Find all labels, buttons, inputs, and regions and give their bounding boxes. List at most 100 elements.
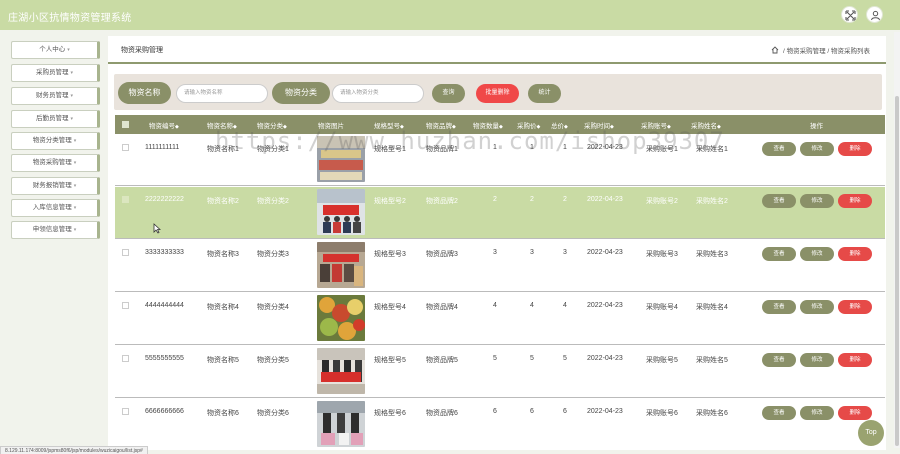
cell-buyer: 采购姓名2 <box>696 198 728 205</box>
cell-account: 采购账号4 <box>646 304 678 311</box>
sidebar-item-requests[interactable]: 申领信息管理 ▾ <box>11 221 100 239</box>
sidebar-item-label: 入库信息管理 <box>32 204 72 211</box>
view-button[interactable]: 查看 <box>762 142 796 156</box>
delete-button[interactable]: 删除 <box>838 300 872 314</box>
name-search-input[interactable]: 请输入物资名称 <box>176 84 268 103</box>
cell-code: 4444444444 <box>145 302 184 309</box>
table-row[interactable]: 6666666666 物资名称6 物资分类6 规格型号6 物资品牌6 6 6 6… <box>115 399 885 448</box>
sidebar-item-purchasing[interactable]: 物资采购管理 ▾ <box>11 154 100 172</box>
delete-button[interactable]: 删除 <box>838 247 872 261</box>
cell-brand: 物资品牌4 <box>426 304 458 311</box>
edit-button[interactable]: 修改 <box>800 353 834 367</box>
column-header[interactable]: 物资编号◆ <box>149 120 179 130</box>
view-button[interactable]: 查看 <box>762 300 796 314</box>
cell-code: 5555555555 <box>145 355 184 362</box>
cell-total: 3 <box>563 249 567 256</box>
fullscreen-icon[interactable] <box>841 6 858 23</box>
breadcrumb: / 物资采购管理 / 物资采购列表 <box>771 45 870 55</box>
delete-button[interactable]: 删除 <box>838 142 872 156</box>
cell-account: 采购账号5 <box>646 357 678 364</box>
batch-delete-button[interactable]: 批量删除 <box>476 84 519 103</box>
chevron-down-icon: ▾ <box>73 227 77 233</box>
page-scrollbar[interactable] <box>894 32 900 448</box>
chevron-down-icon: ▾ <box>70 116 73 122</box>
sidebar-item-label: 后勤员管理 <box>35 115 69 122</box>
sidebar-item-finance-staff[interactable]: 财务员管理 ▾ <box>11 87 100 105</box>
sidebar: 个人中心 ▾ 采购员管理 ▾ 财务员管理 ▾ 后勤员管理 ▾ 物资分类管理 ▾ 物资采购管… <box>0 30 107 454</box>
supply-photo[interactable] <box>317 189 365 235</box>
supply-photo[interactable] <box>317 295 365 341</box>
edit-button[interactable]: 修改 <box>800 247 834 261</box>
page-title: 物资采购管理 <box>121 47 163 54</box>
row-checkbox[interactable] <box>122 408 129 415</box>
view-button[interactable]: 查看 <box>762 406 796 420</box>
row-checkbox[interactable] <box>122 249 129 256</box>
cell-buyer: 采购姓名5 <box>696 357 728 364</box>
edit-button[interactable]: 修改 <box>800 194 834 208</box>
user-icon[interactable] <box>866 6 883 23</box>
sidebar-item-logistics-staff[interactable]: 后勤员管理 ▾ <box>11 110 100 128</box>
breadcrumb-item-purchasing[interactable]: 物资采购管理 <box>787 48 826 55</box>
sidebar-item-categories[interactable]: 物资分类管理 ▾ <box>11 132 100 150</box>
breadcrumb-sep: / <box>782 48 785 55</box>
column-header: 操作 <box>810 123 823 130</box>
browser-status-url: 8.129.11.174:8009/jspms80f6/jsp/modules/… <box>0 446 148 454</box>
stats-button[interactable]: 统计 <box>528 84 561 103</box>
row-checkbox[interactable] <box>122 302 129 309</box>
supply-photo[interactable] <box>317 348 365 394</box>
edit-button[interactable]: 修改 <box>800 406 834 420</box>
cell-qty: 3 <box>493 249 497 256</box>
row-checkbox[interactable] <box>122 144 129 151</box>
supply-photo[interactable] <box>317 242 365 288</box>
scrollbar-thumb[interactable] <box>895 96 899 446</box>
sidebar-item-buyers[interactable]: 采购员管理 ▾ <box>11 64 100 82</box>
view-button[interactable]: 查看 <box>762 353 796 367</box>
table-row[interactable]: 5555555555 物资名称5 物资分类5 规格型号5 物资品牌5 5 5 5… <box>115 346 885 398</box>
cell-category: 物资分类2 <box>257 198 289 205</box>
sidebar-item-reimbursement[interactable]: 财务报销管理 ▾ <box>11 177 100 195</box>
category-search-input[interactable]: 请输入物资分类 <box>332 84 424 103</box>
sidebar-item-label: 采购员管理 <box>35 69 69 76</box>
sidebar-item-label: 个人中心 <box>39 46 66 53</box>
cell-spec: 规格型号3 <box>374 251 406 258</box>
edit-button[interactable]: 修改 <box>800 142 834 156</box>
delete-button[interactable]: 删除 <box>838 194 872 208</box>
view-button[interactable]: 查看 <box>762 194 796 208</box>
select-all-checkbox[interactable] <box>122 121 129 128</box>
cell-code: 3333333333 <box>145 249 184 256</box>
home-icon[interactable] <box>771 46 779 54</box>
supply-photo[interactable] <box>317 401 365 447</box>
cell-price: 4 <box>530 302 534 309</box>
cell-price: 2 <box>530 196 534 203</box>
delete-button[interactable]: 删除 <box>838 353 872 367</box>
query-button[interactable]: 查询 <box>432 84 465 103</box>
cell-category: 物资分类6 <box>257 410 289 417</box>
cell-buyer: 采购姓名4 <box>696 304 728 311</box>
cell-spec: 规格型号2 <box>374 198 406 205</box>
app-title: 庄湖小区抗情物资管理系统 <box>8 13 132 24</box>
table-row[interactable]: 3333333333 物资名称3 物资分类3 规格型号3 物资品牌3 3 3 3… <box>115 240 885 292</box>
table-row[interactable]: 2222222222 物资名称2 物资分类2 规格型号2 物资品牌2 2 2 2… <box>115 187 885 239</box>
sidebar-item-inbound[interactable]: 入库信息管理 ▾ <box>11 199 100 217</box>
chevron-down-icon: ▾ <box>73 183 77 189</box>
edit-button[interactable]: 修改 <box>800 300 834 314</box>
page-header: 物资采购管理 / 物资采购管理 / 物资采购列表 <box>108 36 886 64</box>
table-row[interactable]: 4444444444 物资名称4 物资分类4 规格型号4 物资品牌4 4 4 4… <box>115 293 885 345</box>
back-to-top-button[interactable]: Top <box>858 420 884 446</box>
cell-code: 2222222222 <box>145 196 184 203</box>
cell-brand: 物资品牌6 <box>426 410 458 417</box>
row-checkbox[interactable] <box>122 196 129 203</box>
cell-date: 2022-04-23 <box>587 302 623 309</box>
cell-qty: 6 <box>493 408 497 415</box>
cell-spec: 规格型号5 <box>374 357 406 364</box>
view-button[interactable]: 查看 <box>762 247 796 261</box>
delete-button[interactable]: 删除 <box>838 406 872 420</box>
cell-qty: 2 <box>493 196 497 203</box>
cell-account: 采购账号3 <box>646 251 678 258</box>
cell-code: 1111111111 <box>145 144 180 151</box>
row-checkbox[interactable] <box>122 355 129 362</box>
sidebar-item-label: 物资分类管理 <box>32 137 72 144</box>
cell-total: 6 <box>563 408 567 415</box>
top-bar: 庄湖小区抗情物资管理系统 <box>0 0 900 30</box>
sidebar-item-profile[interactable]: 个人中心 ▾ <box>11 41 100 59</box>
